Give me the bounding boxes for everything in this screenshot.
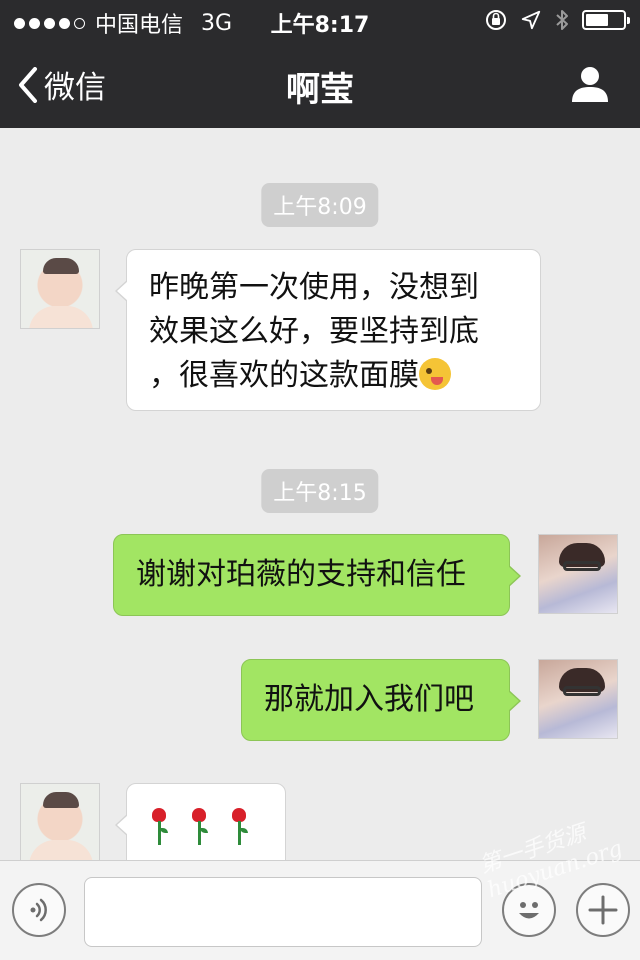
smiley-icon <box>519 902 539 919</box>
emoji-sequence <box>149 804 263 848</box>
nav-bar: 微信 啊莹 <box>0 40 640 128</box>
message-input[interactable] <box>84 877 482 947</box>
rose-icon <box>149 808 169 848</box>
outgoing-message-bubble[interactable]: 那就加入我们吧 <box>241 659 521 741</box>
battery-icon <box>582 10 630 30</box>
avatar[interactable] <box>20 249 100 329</box>
rose-icon <box>229 808 249 848</box>
more-button[interactable] <box>576 883 630 937</box>
chat-area[interactable]: 上午8:09 昨晚第一次使用，没想到 效果这么好，要坚持到底 ，很喜欢的这款面膜… <box>0 128 640 860</box>
incoming-message-bubble[interactable] <box>115 783 286 860</box>
timestamp: 上午8:09 <box>261 183 379 227</box>
profile-button[interactable] <box>570 64 610 108</box>
person-icon <box>572 67 608 102</box>
avatar[interactable] <box>538 659 618 739</box>
avatar[interactable] <box>20 783 100 860</box>
voice-button[interactable] <box>12 883 66 937</box>
timestamp: 上午8:15 <box>261 469 379 513</box>
avatar[interactable] <box>538 534 618 614</box>
message-text: 谢谢对珀薇的支持和信任 <box>136 557 466 592</box>
voice-icon <box>30 898 47 922</box>
message-line-with-emoji: ，很喜欢的这款面膜 <box>149 354 518 398</box>
message-line: 效果这么好，要坚持到底 <box>149 314 479 349</box>
rose-icon <box>189 808 209 848</box>
outgoing-message-bubble[interactable]: 谢谢对珀薇的支持和信任 <box>113 534 521 616</box>
message-line: ，很喜欢的这款面膜 <box>149 358 419 393</box>
incoming-message-bubble[interactable]: 昨晚第一次使用，没想到 效果这么好，要坚持到底 ，很喜欢的这款面膜 <box>115 249 541 411</box>
battery-fill <box>586 14 608 26</box>
message-text: 那就加入我们吧 <box>264 682 474 717</box>
bluetooth-icon <box>556 10 568 30</box>
winking-tongue-face-icon <box>419 357 451 390</box>
plus-icon <box>588 895 618 925</box>
status-bar: 中国电信 3G 上午8:17 <box>0 0 640 40</box>
status-right <box>484 8 630 32</box>
location-arrow-icon <box>521 10 541 30</box>
message-line: 昨晚第一次使用，没想到 <box>149 270 479 305</box>
page-title: 啊莹 <box>286 70 354 110</box>
rotation-lock-icon <box>486 10 506 30</box>
